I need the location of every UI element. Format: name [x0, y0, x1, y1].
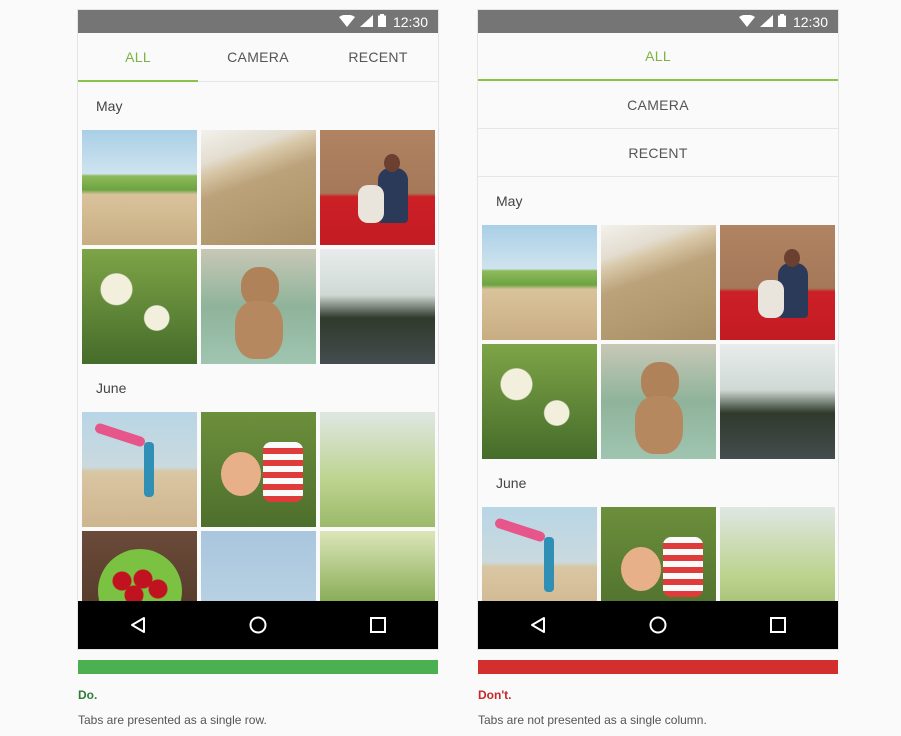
status-bar: 12:30 [478, 10, 838, 33]
status-time: 12:30 [392, 13, 428, 30]
tab-list-vertical: ALL CAMERA RECENT [478, 33, 838, 177]
do-title: Do. [78, 688, 98, 702]
photo-grid-may [78, 130, 438, 364]
tab-all[interactable]: ALL [78, 33, 198, 82]
section-label-may: May [496, 193, 523, 209]
system-nav-bar [78, 601, 438, 649]
photo-white-flowers[interactable] [82, 249, 197, 364]
dont-title: Don't. [478, 688, 512, 702]
photo-mother-child-couch[interactable] [320, 130, 435, 245]
signal-icon [359, 14, 373, 30]
photo-waves[interactable] [601, 225, 716, 340]
dont-indicator-bar [478, 660, 838, 674]
photo-beach-path[interactable] [82, 130, 197, 245]
photo-mother-child-couch[interactable] [720, 225, 835, 340]
photo-beach-path[interactable] [482, 225, 597, 340]
photo-street-trees[interactable] [320, 249, 435, 364]
back-icon[interactable] [523, 610, 553, 640]
tab-all[interactable]: ALL [478, 33, 838, 81]
photo-grid-may [478, 225, 838, 459]
tab-recent[interactable]: RECENT [478, 129, 838, 177]
recents-icon[interactable] [363, 610, 393, 640]
system-nav-bar [478, 601, 838, 649]
photo-girl-scarf-beach[interactable] [82, 412, 197, 527]
photo-dog[interactable] [601, 344, 716, 459]
do-indicator-bar [78, 660, 438, 674]
photo-street-trees[interactable] [720, 344, 835, 459]
dont-caption: Tabs are not presented as a single colum… [478, 713, 707, 727]
battery-icon [777, 13, 786, 30]
photo-waves[interactable] [201, 130, 316, 245]
home-icon[interactable] [643, 610, 673, 640]
tab-camera[interactable]: CAMERA [198, 33, 318, 81]
photo-dog[interactable] [201, 249, 316, 364]
photo-flowering-bush[interactable] [320, 412, 435, 527]
back-icon[interactable] [123, 610, 153, 640]
tab-camera[interactable]: CAMERA [478, 81, 838, 129]
tab-bar: ALL CAMERA RECENT [78, 33, 438, 82]
battery-icon [377, 13, 386, 30]
dont-example: 12:30 ALL CAMERA RECENT May June Don't. … [478, 10, 838, 727]
photo-white-flowers[interactable] [482, 344, 597, 459]
status-bar: 12:30 [78, 10, 438, 33]
phone-mockup-do: 12:30 ALL CAMERA RECENT May June [78, 10, 438, 649]
wifi-icon [738, 14, 755, 30]
wifi-icon [338, 14, 355, 30]
status-time: 12:30 [792, 13, 828, 30]
do-example: 12:30 ALL CAMERA RECENT May June Do. Tab… [78, 10, 438, 727]
tab-recent[interactable]: RECENT [318, 33, 438, 81]
photo-child-lying-grass[interactable] [201, 412, 316, 527]
signal-icon [759, 14, 773, 30]
section-label-may: May [96, 98, 123, 114]
section-label-june: June [96, 380, 127, 396]
recents-icon[interactable] [763, 610, 793, 640]
home-icon[interactable] [243, 610, 273, 640]
phone-mockup-dont: 12:30 ALL CAMERA RECENT May June [478, 10, 838, 649]
do-caption: Tabs are presented as a single row. [78, 713, 267, 727]
section-label-june: June [496, 475, 527, 491]
